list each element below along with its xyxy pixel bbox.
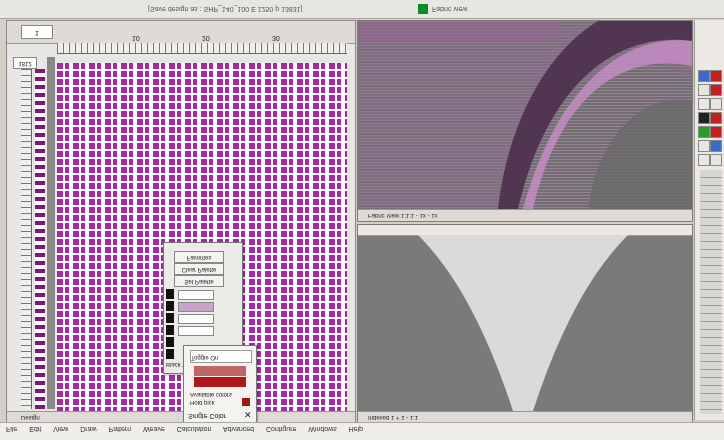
tieup-column[interactable] [35,69,45,409]
menu-weave[interactable]: Weave [143,425,165,432]
curve-canvas[interactable] [358,235,692,411]
tool-icon[interactable] [710,70,722,82]
palette-swatch[interactable] [166,325,174,335]
ruler-label: 30 [272,34,280,41]
left-ruler [21,69,32,409]
tool-icon[interactable] [698,140,710,152]
tool-icon[interactable] [710,98,722,110]
palette-field[interactable] [178,326,214,336]
current-color-swatch [242,398,250,406]
status-bar: [Save design as : SHP_140_100 E 1250 p 1… [0,0,724,19]
single-color-title: Single Color [188,412,227,419]
available-colors-label: Available colors [190,391,232,397]
width-field[interactable]: 1812 [13,57,37,69]
tool-icon[interactable] [710,112,722,124]
menu-pattern[interactable]: Pattern [109,425,132,432]
close-icon[interactable]: ✕ [244,410,252,421]
document-title: [Save design as : SHP_140_100 E 1250 p 1… [148,5,303,12]
menu-help[interactable]: Help [349,425,363,432]
tool-icon[interactable] [698,70,710,82]
tool-icon[interactable] [698,126,710,138]
set-palette-button[interactable]: Set Palette [174,275,224,287]
palette-field[interactable] [178,314,214,324]
single-color-dialog: Toggle On Available colors Hold pick Sin… [183,345,257,427]
tool-icon[interactable] [710,84,722,96]
tool-icon[interactable] [698,98,710,110]
fabric-view-indicator-label: Fabric view [432,5,468,12]
color-list[interactable] [700,170,722,414]
tool-icon[interactable] [710,140,722,152]
top-ruler [57,43,347,54]
menu-calculation[interactable]: Calculation [177,425,212,432]
palette-swatch[interactable] [166,289,174,299]
treadle-column[interactable] [47,57,55,409]
fabric-footer-label: Fabric View 1:1:1 - 1x - 1x [368,212,438,218]
clear-palette-button[interactable]: Clear Palette [174,263,224,275]
menu-draw[interactable]: Draw [80,425,96,432]
curve-footer-label: Indexed 1 + 1 - 1:1 [368,414,419,420]
fabric-view-indicator-icon [418,4,428,14]
menu-view[interactable]: View [53,425,68,432]
fabric-pattern [358,21,692,209]
fabric-simulation[interactable] [358,21,692,209]
tool-icon[interactable] [698,112,710,124]
menu-configure[interactable]: Configure [266,425,296,432]
tool-icon[interactable] [698,154,710,166]
palette-swatch[interactable] [166,313,174,323]
design-header: 1 10 20 30 [7,21,355,44]
design-footer-label: Design [21,414,40,420]
palette-swatch[interactable] [166,337,174,347]
page-field[interactable]: 1 [21,25,53,39]
curve-view: Indexed 1 + 1 - 1:1 [357,224,693,424]
menu-file[interactable]: File [6,425,17,432]
toggle-on-button[interactable]: Toggle On [190,350,252,363]
ruler-label: 20 [202,34,210,41]
palette-field[interactable] [178,290,214,300]
menu-bar: File Edit View Draw Pattern Weave Calcul… [0,422,724,440]
available-color-swatch[interactable] [194,377,246,387]
tool-icon[interactable] [698,84,710,96]
palette-swatch[interactable] [166,301,174,311]
ruler-label: 10 [132,34,140,41]
menu-advanced[interactable]: Advanced [223,425,254,432]
favorites-label: Favorites [174,251,224,263]
menu-edit[interactable]: Edit [29,425,41,432]
menu-windows[interactable]: Windows [308,425,336,432]
palette-field[interactable] [178,302,214,312]
available-color-swatch[interactable] [194,366,246,376]
menu-items: File Edit View Draw Pattern Weave Calcul… [6,425,373,432]
fabric-view: Fabric View 1:1:1 - 1x - 1x [357,20,693,222]
fabric-footer: Fabric View 1:1:1 - 1x - 1x [358,209,692,221]
tool-icon[interactable] [710,154,722,166]
hold-pick-label: Hold pick [190,399,215,405]
palette-swatch[interactable] [166,349,174,359]
tool-icon[interactable] [710,126,722,138]
